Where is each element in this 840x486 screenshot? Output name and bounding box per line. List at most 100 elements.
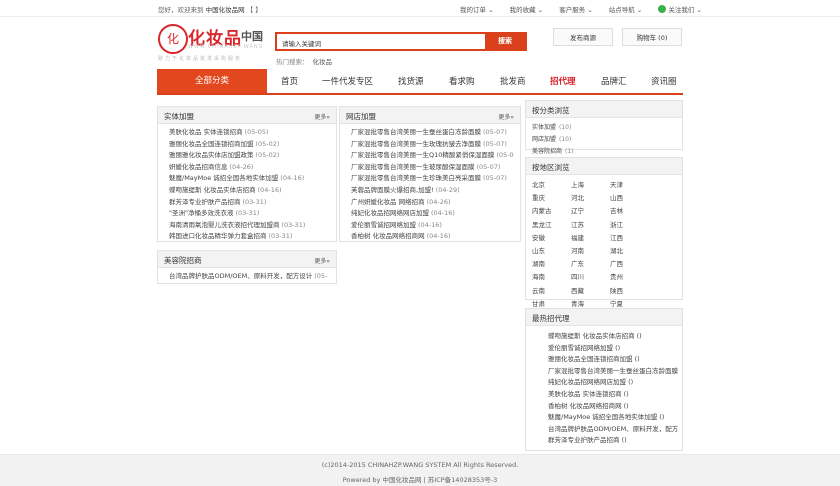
hot-search-keyword[interactable]: 化妆品 <box>313 58 333 66</box>
site-logo[interactable]: 化 化妆品 中国 WWW.CHINAHZP.WANG 致力于化妆品批发采购服务 <box>158 22 268 64</box>
list-item[interactable]: 妍媛化妆品招商信息 (04-26) <box>169 162 336 174</box>
nav-news[interactable]: 资讯圈 <box>651 75 677 87</box>
region-item[interactable]: 上海 <box>571 179 610 192</box>
my-orders-link[interactable]: 我的订单 ⌄ <box>460 6 494 14</box>
region-item[interactable]: 广西 <box>610 258 649 271</box>
hot-agent-item[interactable]: 台湾品牌护肤品ODM/OEM、原料开发，配方 <box>548 424 682 436</box>
region-item[interactable]: 湖北 <box>610 245 649 258</box>
list-item[interactable]: 群芳泽专业护肤产品招商 (03-31) <box>169 197 336 209</box>
all-categories-button[interactable]: 全部分类 <box>157 69 267 93</box>
hot-agent-item[interactable]: 群芳泽专业护肤产品招商 () <box>548 435 682 447</box>
hot-agent-item[interactable]: 魅魔/MayMoe 诚招全国各地实体加盟 () <box>548 412 682 424</box>
list-item[interactable]: 纯妃化妆品招网络网店加盟 (04-16) <box>351 208 520 220</box>
region-item[interactable]: 天津 <box>610 179 649 192</box>
hot-agent-item[interactable]: 雅丽化妆品全国连锁招商加盟 () <box>548 354 682 366</box>
region-item[interactable]: 江苏 <box>571 219 610 232</box>
list-item-title[interactable]: "圣洲"净桶多效洗衣液 <box>169 209 233 217</box>
list-item[interactable]: 美肤化妆品 实体连锁招商 (05-05) <box>169 127 336 139</box>
list-item[interactable]: 厂家混批零售台湾美丽一生玫瑰抗皱去净面膜 (05-07) <box>351 139 520 151</box>
list-item-title[interactable]: 海南清雨氧泡婴儿洗衣液招代理加盟商 <box>169 221 280 229</box>
more-link[interactable]: 更多» <box>498 112 514 121</box>
region-item[interactable]: 陕西 <box>610 285 649 298</box>
follow-us-link[interactable]: 关注我们 ⌄ <box>658 5 716 14</box>
list-item-title[interactable]: 广州妍媛化妆品 网络招商 <box>351 198 425 206</box>
region-item[interactable]: 西藏 <box>571 285 610 298</box>
nav-find-supply[interactable]: 找货源 <box>398 75 424 87</box>
list-item[interactable]: 魅魔/MayMoe 诚招全国各地实体加盟 (04-16) <box>169 173 336 185</box>
list-item-title[interactable]: 爱伦丽雪诚招网络加盟 <box>351 221 416 229</box>
list-item-title[interactable]: 厂家混批零售台湾美丽一生Q10精酸紧俏保湿面膜 <box>351 151 494 159</box>
site-nav-link[interactable]: 站点导航 ⌄ <box>609 6 643 14</box>
region-item[interactable]: 江西 <box>610 232 649 245</box>
nav-wholesaler[interactable]: 批发商 <box>500 75 526 87</box>
hot-agent-item[interactable]: 香柏树 化妆品网络招商网 () <box>548 401 682 413</box>
region-item[interactable]: 黑龙江 <box>532 219 571 232</box>
region-item[interactable]: 重庆 <box>532 192 571 205</box>
list-item[interactable]: 雅丽雅化妆品实体店加盟政策 (05-02) <box>169 150 336 162</box>
list-item-title[interactable]: 蝶吻施缇斯 化妆品实体店招商 <box>169 186 256 194</box>
hot-agent-item[interactable]: 爱伦丽雪诚招网络加盟 () <box>548 343 682 355</box>
list-item-title[interactable]: 韩国进口化妆品精华弹力套盒招商 <box>169 232 267 240</box>
hot-agent-item[interactable]: 蝶吻施缇斯 化妆品实体店招商 () <box>548 331 682 343</box>
list-item[interactable]: 台湾品牌护肤品ODM/OEM、原料开发，配方设计 (05- <box>169 271 336 283</box>
my-favorites-link[interactable]: 我的收藏 ⌄ <box>510 6 544 14</box>
list-item-title[interactable]: 雅丽化妆品全国连锁招商加盟 <box>169 140 254 148</box>
list-item-title[interactable]: 台湾品牌护肤品ODM/OEM、原料开发，配方设计 <box>169 272 312 280</box>
search-input[interactable] <box>280 35 484 50</box>
list-item-title[interactable]: 香柏树 化妆品网络招商网 <box>351 232 425 240</box>
region-item[interactable]: 北京 <box>532 179 571 192</box>
region-item[interactable]: 安徽 <box>532 232 571 245</box>
list-item-title[interactable]: 美肤化妆品 实体连锁招商 <box>169 128 243 136</box>
hot-agent-item[interactable]: 厂家混批零售台湾美丽一生蚕丝蛋白冻龄面膜 <box>548 366 682 378</box>
hot-agent-item[interactable]: 美肤化妆品 实体连锁招商 () <box>548 389 682 401</box>
region-item[interactable]: 福建 <box>571 232 610 245</box>
region-item[interactable]: 云南 <box>532 285 571 298</box>
list-item-title[interactable]: 魅魔/MayMoe 诚招全国各地实体加盟 <box>169 174 278 182</box>
list-item[interactable]: 雅丽化妆品全国连锁招商加盟 (05-02) <box>169 139 336 151</box>
more-link[interactable]: 更多» <box>314 112 330 121</box>
more-link[interactable]: 更多» <box>314 256 330 265</box>
region-item[interactable]: 山西 <box>610 192 649 205</box>
category-item[interactable]: 网店加盟 (10) <box>532 134 608 146</box>
nav-purchase[interactable]: 看求购 <box>449 75 475 87</box>
list-item[interactable]: 芙蓉品牌面膜火爆招商,加盟! (04-29) <box>351 185 520 197</box>
region-item[interactable]: 吉林 <box>610 205 649 218</box>
region-item[interactable]: 贵州 <box>610 271 649 284</box>
list-item-title[interactable]: 雅丽雅化妆品实体店加盟政策 <box>169 151 254 159</box>
list-item[interactable]: 广州妍媛化妆品 网络招商 (04-26) <box>351 197 520 209</box>
list-item-title[interactable]: 厂家混批零售台湾美丽一生蚕丝蛋白冻龄面膜 <box>351 128 481 136</box>
list-item-title[interactable]: 厂家混批零售台湾美丽一生玫瑰抗皱去净面膜 <box>351 140 481 148</box>
list-item[interactable]: 韩国进口化妆品精华弹力套盒招商 (03-31) <box>169 231 336 243</box>
list-item[interactable]: 厂家混批零售台湾美丽一生Q10精酸紧俏保湿面膜 (05-0 <box>351 150 520 162</box>
publish-button[interactable]: 发布商源 <box>553 28 613 46</box>
list-item-title[interactable]: 纯妃化妆品招网络网店加盟 <box>351 209 429 217</box>
search-button[interactable]: 搜索 <box>485 34 525 49</box>
region-item[interactable]: 山东 <box>532 245 571 258</box>
nav-brands[interactable]: 品牌汇 <box>601 75 627 87</box>
list-item[interactable]: 厂家混批零售台湾美丽一生珍珠美白亮采面膜 (05-07) <box>351 173 520 185</box>
region-item[interactable]: 辽宁 <box>571 205 610 218</box>
list-item-title[interactable]: 厂家混批零售台湾美丽一生玻尿酸保湿面膜 <box>351 163 475 171</box>
category-item[interactable]: 实体加盟 (10) <box>532 122 608 134</box>
region-item[interactable]: 内蒙古 <box>532 205 571 218</box>
region-item[interactable]: 海南 <box>532 271 571 284</box>
nav-dropship[interactable]: 一件代发专区 <box>322 75 373 87</box>
list-item[interactable]: 香柏树 化妆品网络招商网 (04-16) <box>351 231 520 243</box>
list-item[interactable]: 蝶吻施缇斯 化妆品实体店招商 (04-16) <box>169 185 336 197</box>
list-item-title[interactable]: 芙蓉品牌面膜火爆招商,加盟! <box>351 186 434 194</box>
list-item[interactable]: 厂家混批零售台湾美丽一生蚕丝蛋白冻龄面膜 (05-07) <box>351 127 520 139</box>
customer-service-link[interactable]: 客户服务 ⌄ <box>559 6 593 14</box>
list-item-title[interactable]: 妍媛化妆品招商信息 <box>169 163 228 171</box>
region-item[interactable]: 河北 <box>571 192 610 205</box>
list-item[interactable]: 爱伦丽雪诚招网络加盟 (04-16) <box>351 220 520 232</box>
list-item-title[interactable]: 厂家混批零售台湾美丽一生珍珠美白亮采面膜 <box>351 174 481 182</box>
region-item[interactable]: 湖南 <box>532 258 571 271</box>
region-item[interactable]: 浙江 <box>610 219 649 232</box>
nav-home[interactable]: 首页 <box>281 75 298 87</box>
list-item[interactable]: 海南清雨氧泡婴儿洗衣液招代理加盟商 (03-31) <box>169 220 336 232</box>
region-item[interactable]: 河南 <box>571 245 610 258</box>
nav-agency[interactable]: 招代理 <box>550 75 576 87</box>
welcome-site-name[interactable]: 中国化妆品网 <box>206 6 245 14</box>
region-item[interactable]: 广东 <box>571 258 610 271</box>
region-item[interactable]: 四川 <box>571 271 610 284</box>
